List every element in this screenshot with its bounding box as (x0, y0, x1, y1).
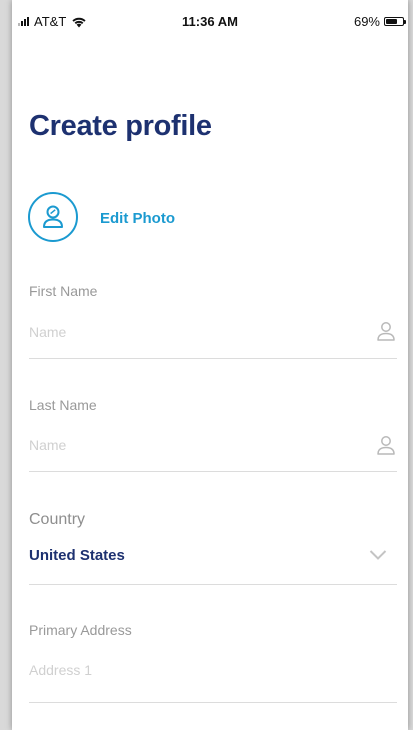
status-time: 11:36 AM (182, 14, 238, 29)
country-divider (29, 584, 397, 585)
country-label: Country (29, 511, 86, 528)
first-name-divider (29, 358, 397, 359)
last-name-label: Last Name (29, 397, 97, 413)
person-glyph (43, 205, 63, 228)
edit-photo-button[interactable]: Edit Photo (100, 210, 175, 227)
user-avatar-icon[interactable] (28, 192, 78, 242)
status-right: 69% (353, 14, 406, 29)
address-divider (29, 702, 397, 703)
last-name-divider (29, 471, 397, 472)
page-title: Create profile (29, 110, 212, 142)
app-screen: AT&T 11:36 AM 69% Create profile Edit Ph… (12, 0, 408, 730)
chevron-down-icon[interactable] (369, 549, 387, 561)
person-icon (377, 436, 395, 455)
first-name-label: First Name (29, 283, 98, 299)
primary-address-label: Primary Address (29, 622, 132, 638)
country-select[interactable]: United States (29, 547, 125, 564)
last-name-input[interactable] (29, 434, 349, 456)
battery-fill (386, 19, 398, 24)
address-1-input[interactable] (29, 659, 349, 681)
first-name-input[interactable] (29, 321, 349, 343)
person-icon (377, 322, 395, 341)
battery-icon (384, 17, 406, 26)
battery-percent: 69% (353, 14, 380, 29)
status-bar: AT&T 11:36 AM 69% (12, 0, 408, 36)
